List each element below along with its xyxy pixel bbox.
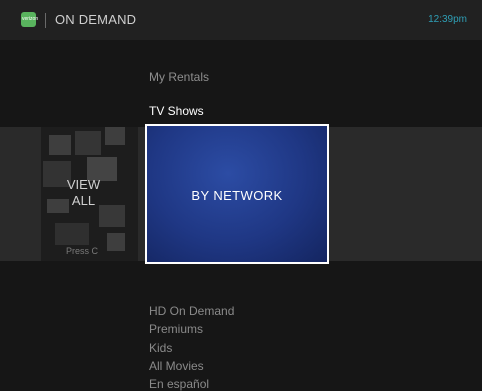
view-all-label: VIEW ALL <box>41 177 126 209</box>
category-en-espanol[interactable]: En español <box>149 377 209 391</box>
thumbnail-placeholder <box>49 135 71 155</box>
view-all-line2: ALL <box>71 193 96 208</box>
thumbnail-placeholder <box>55 223 89 245</box>
thumbnail-placeholder <box>107 233 125 251</box>
view-all-tile[interactable]: VIEW ALL Press C <box>41 127 138 261</box>
category-all-movies[interactable]: All Movies <box>149 359 204 373</box>
category-premiums[interactable]: Premiums <box>149 322 203 336</box>
thumbnail-placeholder <box>75 131 101 155</box>
view-all-line1: VIEW <box>66 177 101 192</box>
logo-text: verizon <box>22 16 39 22</box>
page-title: ON DEMAND <box>55 12 137 27</box>
menu-item-my-rentals[interactable]: My Rentals <box>149 70 209 84</box>
category-kids[interactable]: Kids <box>149 341 172 355</box>
menu-item-tv-shows[interactable]: TV Shows <box>149 104 204 118</box>
press-c-hint: Press C <box>66 246 99 256</box>
header-divider <box>45 13 46 28</box>
category-hd-on-demand[interactable]: HD On Demand <box>149 304 234 318</box>
clock: 12:39pm <box>428 14 467 25</box>
by-network-label: BY NETWORK <box>191 188 283 203</box>
by-network-tile[interactable]: BY NETWORK <box>145 124 329 264</box>
fios-logo-icon: verizon <box>21 12 39 27</box>
top-bar: verizon ON DEMAND 12:39pm <box>0 0 482 40</box>
thumbnail-placeholder <box>105 127 125 145</box>
